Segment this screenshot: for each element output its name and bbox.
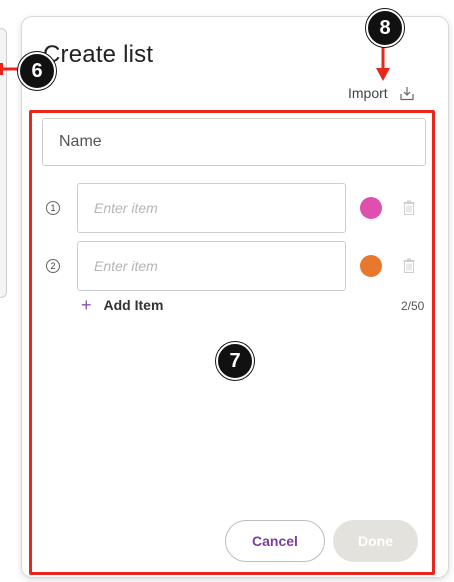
import-label: Import	[348, 85, 388, 101]
item-color-swatch[interactable]	[360, 197, 382, 219]
add-item-button[interactable]: + Add Item	[81, 296, 163, 314]
annotation-badge-8: 8	[366, 9, 404, 47]
trash-icon[interactable]	[403, 258, 415, 278]
plus-icon: +	[81, 295, 92, 315]
download-tray-icon	[400, 86, 414, 101]
import-button[interactable]: Import	[348, 85, 414, 101]
add-item-label: Add Item	[103, 297, 164, 313]
cancel-button[interactable]: Cancel	[225, 520, 325, 562]
item-color-swatch[interactable]	[360, 255, 382, 277]
item-counter: 2/50	[401, 299, 425, 313]
item-number-badge: 1	[46, 201, 60, 215]
annotation-badge-6: 6	[18, 52, 56, 90]
item-number-badge: 2	[46, 259, 60, 273]
item-input[interactable]	[77, 241, 346, 291]
item-input[interactable]	[77, 183, 346, 233]
dialog-title: Create list	[43, 41, 154, 68]
list-name-field[interactable]	[42, 118, 426, 166]
done-button[interactable]: Done	[333, 520, 418, 562]
annotation-badge-7: 7	[216, 342, 254, 380]
trash-icon[interactable]	[403, 200, 415, 220]
